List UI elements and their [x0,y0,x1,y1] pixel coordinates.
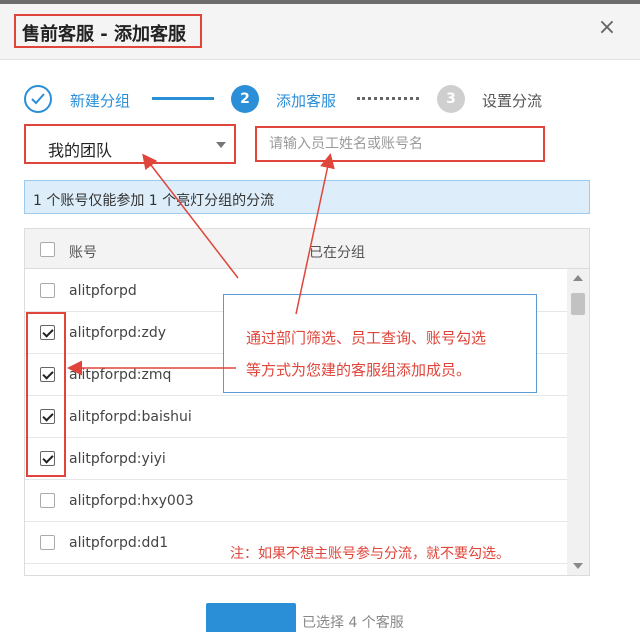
step-connector-done [152,97,214,100]
step-number-2: 2 [231,85,259,113]
row-account: alitpforpd:dd1 [69,535,169,551]
table-row[interactable]: alitpforpd:baishui [25,396,567,438]
table-row[interactable]: alitpforpd:yiyi [25,438,567,480]
step-connector-pending [357,97,419,100]
checked-rows-highlight-box [26,312,66,477]
callout-line-2: 等方式为您建的客服组添加成员。 [246,361,472,379]
step-label-new-group: 新建分组 [70,92,131,110]
row-account: alitpforpd:hxy003 [69,493,194,509]
row-checkbox[interactable] [40,493,55,508]
employee-search-input[interactable] [255,126,545,162]
team-select[interactable]: 我的团队 [24,124,236,164]
table-header: 账号 已在分组 [25,229,589,269]
scroll-down-arrow-icon[interactable] [573,563,583,569]
table-scrollbar[interactable] [567,269,589,575]
close-icon[interactable]: × [597,17,617,39]
row-account: alitpforpd:baishui [69,409,192,425]
team-select-value: 我的团队 [48,141,113,160]
scroll-thumb[interactable] [571,293,585,315]
header-group: 已在分组 [309,245,365,261]
agent-table: 账号 已在分组 alitpforpd alitpforpd:zdy alitpf… [24,228,590,576]
step-number-3: 3 [437,85,465,113]
notice-text: 1 个账号仅能参加 1 个亮灯分组的分流 [33,193,275,209]
dialog-title: 售前客服 - 添加客服 [22,24,187,45]
row-account: alitpforpd:zdy [69,325,166,341]
header-account: 账号 [69,245,97,261]
selected-count-text: 已选择 4 个客服 [302,615,404,631]
annotation-note: 注：如果不想主账号参与分流，就不要勾选。 [230,546,510,562]
row-account: alitpforpd:zmq [69,367,172,383]
callout-line-1: 通过部门筛选、员工查询、账号勾选 [246,329,487,347]
select-all-checkbox[interactable] [40,242,55,257]
row-checkbox[interactable] [40,535,55,550]
table-row[interactable]: alitpforpd:hxy003 [25,480,567,522]
caret-down-icon [216,142,226,148]
info-notice: 1 个账号仅能参加 1 个亮灯分组的分流 [24,180,590,214]
confirm-button[interactable] [206,603,296,632]
row-checkbox[interactable] [40,283,55,298]
step-label-add-agent: 添加客服 [276,92,337,110]
step-done-check-icon [24,85,52,113]
row-account: alitpforpd [69,283,137,299]
scroll-up-arrow-icon[interactable] [573,275,583,281]
row-account: alitpforpd:yiyi [69,451,166,467]
step-label-set-distribution: 设置分流 [482,92,543,110]
annotation-callout: 通过部门筛选、员工查询、账号勾选 等方式为您建的客服组添加成员。 [223,294,537,393]
